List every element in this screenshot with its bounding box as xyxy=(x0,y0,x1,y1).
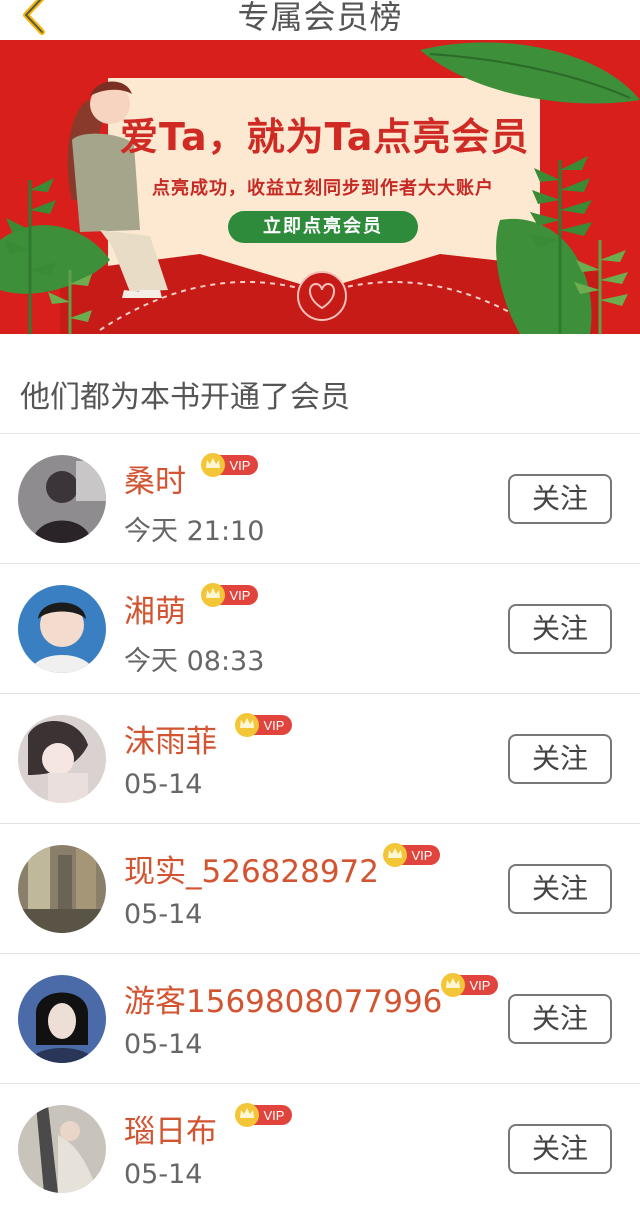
vip-badge: VIP xyxy=(382,842,442,868)
vip-label: VIP xyxy=(412,848,433,863)
vip-label: VIP xyxy=(470,978,491,993)
promo-banner[interactable]: 爱Ta，就为Ta点亮会员 点亮成功，收益立刻同步到作者大大账户 立即点亮会员 xyxy=(0,40,640,334)
list-item[interactable]: 沫雨菲 VIP 05-14 关注 xyxy=(0,694,640,824)
follow-button[interactable]: 关注 xyxy=(508,474,612,524)
avatar[interactable] xyxy=(18,455,106,543)
list-item[interactable]: 桑时 VIP 今天 21:10 关注 xyxy=(0,434,640,564)
follow-button[interactable]: 关注 xyxy=(508,734,612,784)
avatar[interactable] xyxy=(18,975,106,1063)
member-name[interactable]: 沫雨菲 xyxy=(124,716,217,761)
member-time: 今天 08:33 xyxy=(124,646,265,677)
vip-label: VIP xyxy=(230,588,251,603)
vip-label: VIP xyxy=(264,718,285,733)
member-list: 桑时 VIP 今天 21:10 关注 湘萌 VIP 今天 08:33 关注 沫雨… xyxy=(0,434,640,1214)
follow-button[interactable]: 关注 xyxy=(508,994,612,1044)
vip-label: VIP xyxy=(264,1108,285,1123)
light-up-membership-button[interactable]: 立即点亮会员 xyxy=(228,211,418,243)
member-name[interactable]: 游客1569808077996 xyxy=(124,976,442,1021)
vip-badge: VIP xyxy=(234,1102,294,1128)
list-item[interactable]: 湘萌 VIP 今天 08:33 关注 xyxy=(0,564,640,694)
vip-badge: VIP xyxy=(440,972,500,998)
avatar[interactable] xyxy=(18,845,106,933)
member-time: 05-14 xyxy=(124,1159,203,1190)
follow-button[interactable]: 关注 xyxy=(508,604,612,654)
member-name[interactable]: 桑时 xyxy=(124,456,186,501)
banner-headline: 爱Ta，就为Ta点亮会员 xyxy=(120,115,530,159)
avatar[interactable] xyxy=(18,715,106,803)
member-name[interactable]: 湘萌 xyxy=(124,586,186,631)
header-bar: 专属会员榜 xyxy=(0,0,640,40)
vip-badge: VIP xyxy=(234,712,294,738)
member-time: 05-14 xyxy=(124,899,203,930)
page-title: 专属会员榜 xyxy=(237,0,403,36)
list-item[interactable]: 瑙日布 VIP 05-14 关注 xyxy=(0,1084,640,1214)
avatar[interactable] xyxy=(18,585,106,673)
follow-button[interactable]: 关注 xyxy=(508,1124,612,1174)
list-item[interactable]: 游客1569808077996 VIP 05-14 关注 xyxy=(0,954,640,1084)
member-name[interactable]: 瑙日布 xyxy=(124,1106,217,1151)
vip-label: VIP xyxy=(230,458,251,473)
list-item[interactable]: 现实_526828972 VIP 05-14 关注 xyxy=(0,824,640,954)
member-time: 05-14 xyxy=(124,769,203,800)
member-time: 05-14 xyxy=(124,1029,203,1060)
banner-subtitle: 点亮成功，收益立刻同步到作者大大账户 xyxy=(152,178,494,199)
member-time: 今天 21:10 xyxy=(124,516,265,547)
avatar[interactable] xyxy=(18,1105,106,1193)
member-name[interactable]: 现实_526828972 xyxy=(124,846,379,891)
follow-button[interactable]: 关注 xyxy=(508,864,612,914)
vip-badge: VIP xyxy=(200,582,260,608)
vip-badge: VIP xyxy=(200,452,260,478)
section-title: 他们都为本书开通了会员 xyxy=(20,380,350,415)
